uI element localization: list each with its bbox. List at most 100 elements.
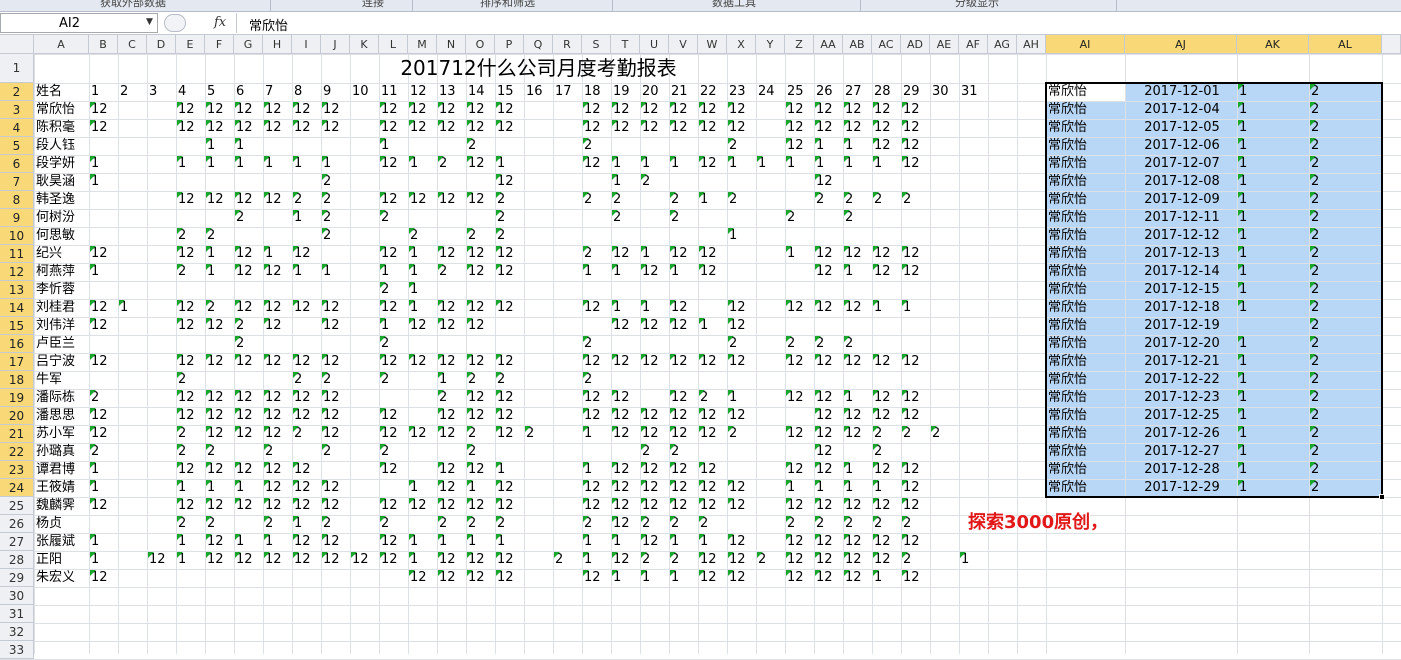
column-header-M[interactable]: M [408,35,437,54]
row-header-10[interactable]: 10 [0,227,34,245]
day-header[interactable]: 16 [524,83,553,101]
day-header[interactable]: 20 [640,83,669,101]
employee-name[interactable]: 韩圣逸 [34,191,89,209]
column-header-W[interactable]: W [698,35,727,54]
row-header-12[interactable]: 12 [0,263,34,281]
column-header-AB[interactable]: AB [843,35,872,54]
column-header-U[interactable]: U [640,35,669,54]
day-header[interactable]: 31 [959,83,988,101]
day-header[interactable]: 23 [727,83,756,101]
row-header-15[interactable]: 15 [0,317,34,335]
row-header-5[interactable]: 5 [0,137,34,155]
row-header-8[interactable]: 8 [0,191,34,209]
employee-name[interactable]: 柯燕萍 [34,263,89,281]
employee-name[interactable]: 潘思思 [34,407,89,425]
row-header-25[interactable]: 25 [0,497,34,515]
row-header-24[interactable]: 24 [0,479,34,497]
day-header[interactable]: 10 [350,83,379,101]
column-header-E[interactable]: E [176,35,205,54]
day-header[interactable]: 24 [756,83,785,101]
employee-name[interactable]: 段学妍 [34,155,89,173]
row-header-23[interactable]: 23 [0,461,34,479]
row-header-9[interactable]: 9 [0,209,34,227]
row-header-21[interactable]: 21 [0,425,34,443]
column-header-AK[interactable]: AK [1237,35,1309,54]
column-header-V[interactable]: V [669,35,698,54]
day-header[interactable]: 22 [698,83,727,101]
column-header-C[interactable]: C [118,35,147,54]
employee-name[interactable]: 苏小军 [34,425,89,443]
employee-name[interactable]: 耿昊涵 [34,173,89,191]
employee-name[interactable]: 朱宏义 [34,569,89,587]
column-header-T[interactable]: T [611,35,640,54]
employee-name[interactable]: 常欣怡 [34,101,89,119]
day-header[interactable]: 4 [176,83,205,101]
row-header-33[interactable]: 33 [0,641,34,659]
employee-name[interactable]: 吕宁波 [34,353,89,371]
column-header-Q[interactable]: Q [524,35,553,54]
row-header-29[interactable]: 29 [0,569,34,587]
column-header-L[interactable]: L [379,35,408,54]
day-header[interactable]: 2 [118,83,147,101]
column-header-AD[interactable]: AD [901,35,930,54]
column-header-X[interactable]: X [727,35,756,54]
employee-name[interactable]: 潘际栋 [34,389,89,407]
column-header-AH[interactable]: AH [1017,35,1046,54]
day-header[interactable]: 18 [582,83,611,101]
employee-name[interactable]: 正阳 [34,551,89,569]
row-header-18[interactable]: 18 [0,371,34,389]
spreadsheet-grid[interactable]: A B C D E F G H I J K L M N O P Q R S T U V W X Y Z AA AB AC AD AE AF AG… [0,35,1401,660]
column-header-K[interactable]: K [350,35,379,54]
day-header[interactable]: 26 [814,83,843,101]
employee-name[interactable]: 刘伟洋 [34,317,89,335]
day-header[interactable]: 1 [89,83,118,101]
row-header-26[interactable]: 26 [0,515,34,533]
column-header-AL[interactable]: AL [1309,35,1382,54]
day-header[interactable]: 8 [292,83,321,101]
row-header-19[interactable]: 19 [0,389,34,407]
day-header[interactable]: 30 [930,83,959,101]
column-header-J[interactable]: J [321,35,350,54]
employee-name[interactable]: 孙璐真 [34,443,89,461]
column-header-G[interactable]: G [234,35,263,54]
row-header-2[interactable]: 2 [0,83,34,101]
row-header-7[interactable]: 7 [0,173,34,191]
name-box[interactable]: AI2 ▼ [0,13,158,33]
employee-name[interactable]: 刘桂君 [34,299,89,317]
column-header-AJ[interactable]: AJ [1125,35,1237,54]
day-header[interactable]: 19 [611,83,640,101]
insert-function-icon[interactable]: fx [214,15,226,30]
employee-name[interactable]: 段人钰 [34,137,89,155]
employee-name[interactable]: 王筱婧 [34,479,89,497]
column-header-P[interactable]: P [495,35,524,54]
employee-name[interactable]: 魏麟霁 [34,497,89,515]
day-header[interactable]: 13 [437,83,466,101]
row-header-22[interactable]: 22 [0,443,34,461]
column-header-H[interactable]: H [263,35,292,54]
row-header-17[interactable]: 17 [0,353,34,371]
employee-name[interactable]: 牛军 [34,371,89,389]
column-header-AI[interactable]: AI [1046,35,1125,54]
column-header-AF[interactable]: AF [959,35,988,54]
column-header-S[interactable]: S [582,35,611,54]
day-header[interactable]: 27 [843,83,872,101]
day-header[interactable]: 15 [495,83,524,101]
day-header[interactable]: 11 [379,83,408,101]
day-header[interactable]: 17 [553,83,582,101]
column-header-AE[interactable]: AE [930,35,959,54]
column-header-I[interactable]: I [292,35,321,54]
row-header-30[interactable]: 30 [0,587,34,605]
day-header[interactable]: 14 [466,83,495,101]
day-header[interactable]: 21 [669,83,698,101]
employee-name[interactable]: 杨贞 [34,515,89,533]
row-header-32[interactable]: 32 [0,623,34,641]
employee-name[interactable]: 卢臣兰 [34,335,89,353]
column-header-R[interactable]: R [553,35,582,54]
row-header-11[interactable]: 11 [0,245,34,263]
day-header[interactable]: 5 [205,83,234,101]
formula-bar-expand-button[interactable] [164,14,186,32]
row-header-6[interactable]: 6 [0,155,34,173]
column-header-Y[interactable]: Y [756,35,785,54]
day-header[interactable]: 28 [872,83,901,101]
row-header-13[interactable]: 13 [0,281,34,299]
